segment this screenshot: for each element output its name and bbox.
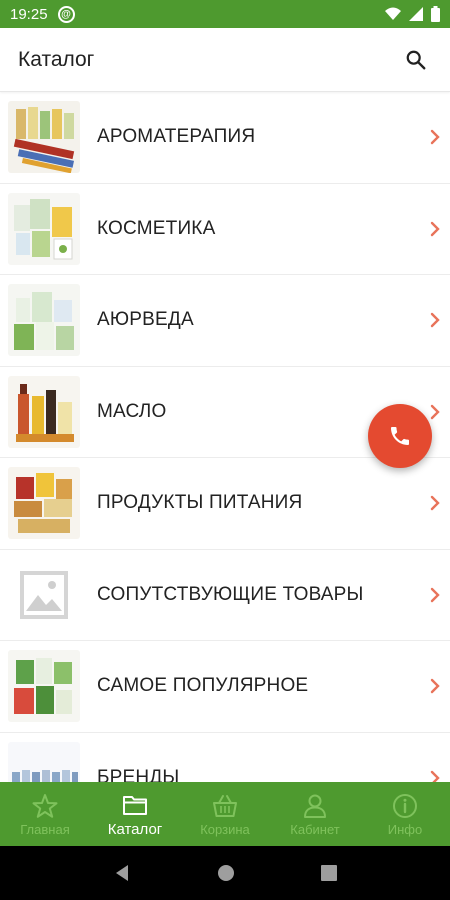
category-item[interactable]: АРОМАТЕРАПИЯ	[0, 92, 450, 184]
status-icons	[385, 6, 440, 22]
app-bar: Каталог	[0, 28, 450, 92]
user-icon	[304, 794, 326, 818]
category-label: АРОМАТЕРАПИЯ	[97, 126, 256, 148]
back-icon[interactable]	[113, 864, 131, 882]
nav-catalog-label: Каталог	[107, 820, 163, 838]
chevron-right-icon	[430, 770, 440, 782]
status-bar: 19:25 @	[0, 0, 450, 28]
category-item[interactable]: БРЕНДЫ	[0, 733, 450, 782]
bottom-navigation: Главная Каталог Корзина Кабинет Инфо	[0, 782, 450, 846]
category-thumbnail	[8, 467, 80, 540]
category-item[interactable]: САМОЕ ПОПУЛЯРНОЕ	[0, 641, 450, 733]
image-placeholder-icon	[8, 558, 80, 631]
recents-icon[interactable]	[321, 865, 337, 881]
category-thumbnail	[8, 284, 80, 357]
nav-home-label: Главная	[20, 821, 70, 837]
category-label: САМОЕ ПОПУЛЯРНОЕ	[97, 675, 309, 697]
system-navigation-bar	[0, 846, 450, 900]
category-item[interactable]: ПРОДУКТЫ ПИТАНИЯ	[0, 458, 450, 550]
page-title: Каталог	[18, 47, 95, 71]
nav-account-label: Кабинет	[290, 821, 340, 837]
nav-info[interactable]: Инфо	[360, 782, 450, 846]
battery-icon	[431, 6, 440, 22]
basket-icon	[213, 794, 237, 817]
category-label: АЮРВЕДА	[97, 309, 194, 331]
chevron-right-icon	[430, 587, 440, 602]
phone-icon	[391, 427, 409, 445]
status-time: 19:25	[10, 5, 48, 23]
category-label: ПРОДУКТЫ ПИТАНИЯ	[97, 492, 303, 514]
home-icon[interactable]	[217, 864, 235, 882]
nav-catalog[interactable]: Каталог	[90, 782, 180, 846]
category-thumbnail	[8, 741, 80, 782]
chevron-right-icon	[430, 130, 440, 145]
category-thumbnail	[8, 101, 80, 174]
nav-info-label: Инфо	[387, 821, 423, 837]
wifi-icon	[385, 7, 401, 20]
category-label: МАСЛО	[97, 400, 167, 422]
nav-home[interactable]: Главная	[0, 782, 90, 846]
chevron-right-icon	[430, 679, 440, 694]
notification-icon: @	[57, 5, 75, 23]
chevron-right-icon	[430, 221, 440, 236]
category-label: БРЕНДЫ	[97, 766, 180, 782]
folder-icon	[123, 795, 147, 815]
category-label: СОПУТСТВУЮЩИЕ ТОВАРЫ	[97, 583, 364, 605]
nav-cart-label: Корзина	[200, 821, 250, 837]
chevron-right-icon	[430, 496, 440, 511]
chevron-right-icon	[430, 404, 440, 419]
category-thumbnail	[8, 375, 80, 448]
category-item[interactable]: КОСМЕТИКА	[0, 184, 450, 275]
category-item[interactable]: СОПУТСТВУЮЩИЕ ТОВАРЫ	[0, 550, 450, 641]
star-icon	[32, 793, 58, 818]
signal-icon	[409, 7, 423, 21]
category-label: КОСМЕТИКА	[97, 217, 216, 239]
search-button[interactable]	[400, 44, 432, 76]
chevron-right-icon	[430, 313, 440, 328]
category-thumbnail	[8, 650, 80, 723]
search-icon	[406, 50, 426, 69]
category-thumbnail	[8, 192, 80, 265]
info-icon	[393, 793, 417, 818]
category-item[interactable]: АЮРВЕДА	[0, 275, 450, 367]
call-button[interactable]	[368, 404, 432, 468]
nav-cart[interactable]: Корзина	[180, 782, 270, 846]
nav-account[interactable]: Кабинет	[270, 782, 360, 846]
